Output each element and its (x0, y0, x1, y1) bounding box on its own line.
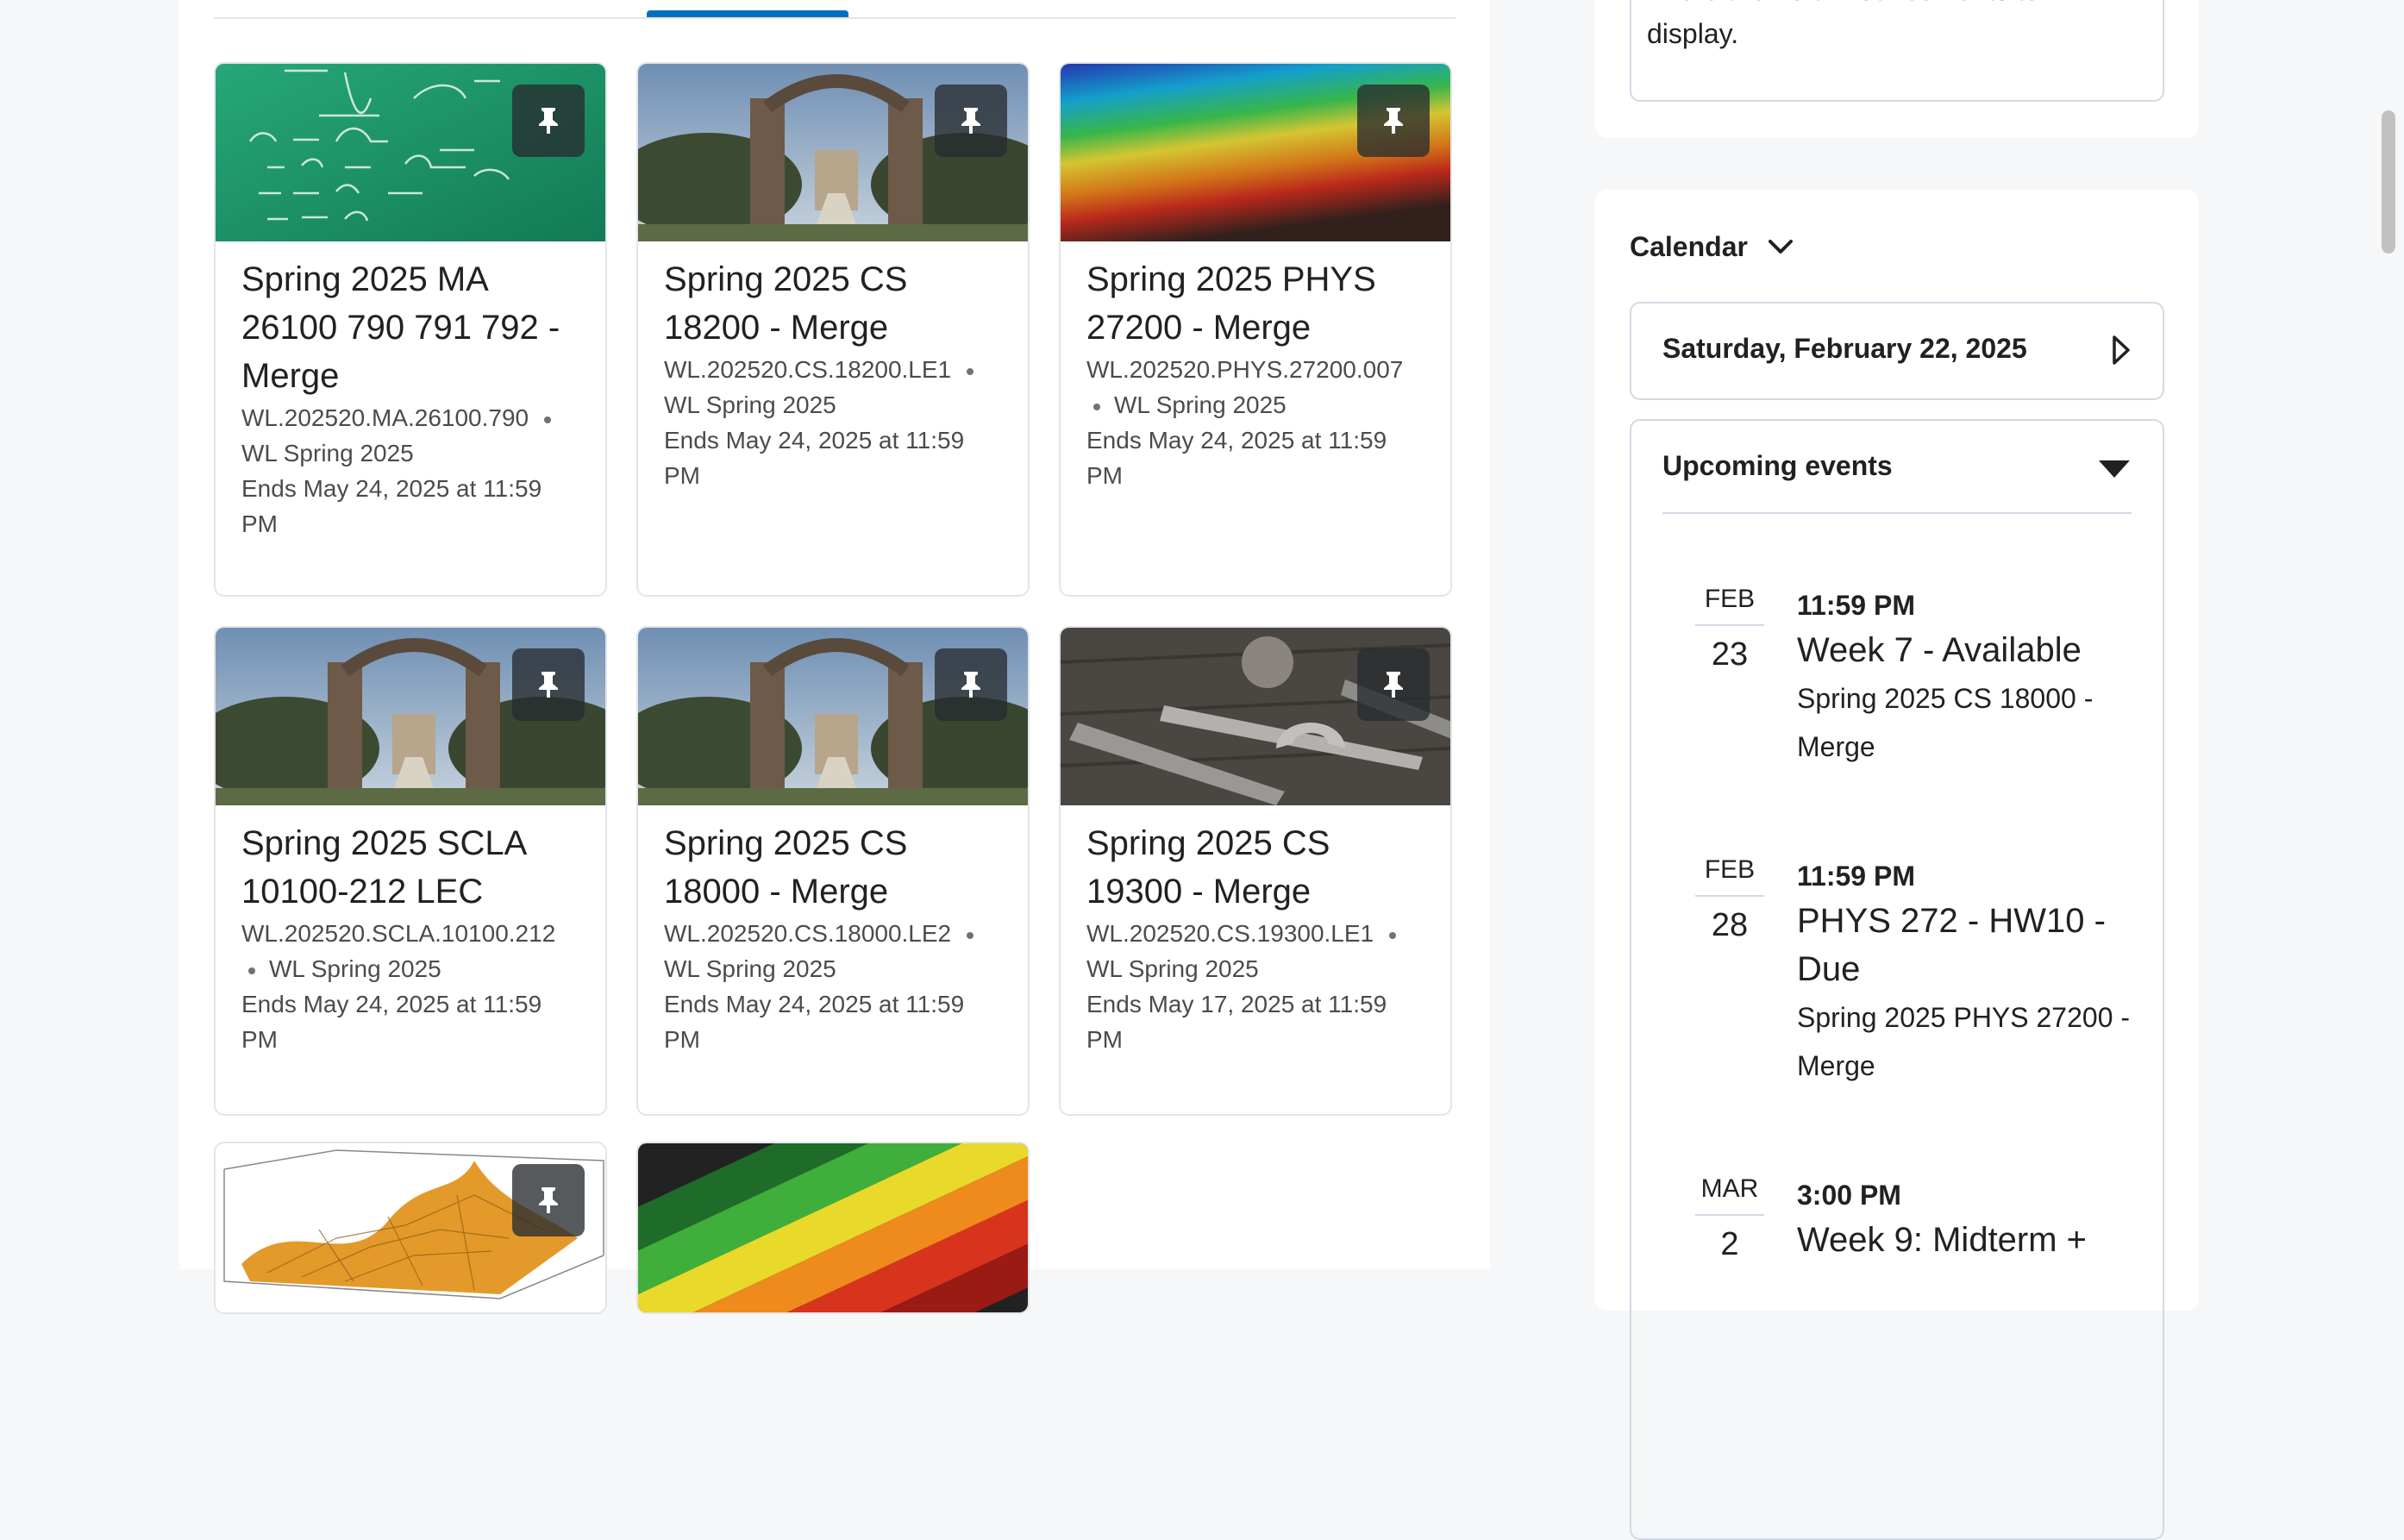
pin-button[interactable] (935, 648, 1007, 721)
course-card[interactable]: Spring 2025 CS 18000 - Merge WL.202520.C… (636, 626, 1030, 1116)
separator-dot (967, 931, 974, 939)
course-semester: WL Spring 2025 (664, 955, 836, 982)
course-card[interactable]: Spring 2025 PHYS 27200 - Merge WL.202520… (1059, 62, 1452, 597)
course-card[interactable]: Spring 2025 SCLA 10100-212 LEC WL.202520… (214, 626, 607, 1116)
event-name[interactable]: Week 9: Midterm + (1797, 1216, 2142, 1264)
announcements-empty-text: There are no announcements to display. (1647, 0, 2039, 49)
event-item[interactable]: FEB 28 11:59 PM PHYS 272 - HW10 - Due Sp… (1662, 855, 2145, 1131)
event-item[interactable]: FEB 23 11:59 PM Week 7 - Available Sprin… (1662, 585, 2145, 809)
course-title[interactable]: Spring 2025 SCLA 10100-212 LEC (241, 819, 583, 916)
course-semester: WL Spring 2025 (1086, 955, 1259, 982)
separator-dot (544, 416, 552, 423)
event-date-divider (1695, 1214, 1764, 1216)
course-code: WL.202520.MA.26100.790 (241, 404, 529, 431)
event-month: FEB (1704, 855, 1756, 884)
course-end-date: Ends May 24, 2025 at 11:59 PM (241, 991, 542, 1053)
course-code: WL.202520.CS.18000.LE2 (664, 920, 952, 947)
course-card[interactable]: Spring 2025 CS 19300 - Merge WL.202520.C… (1059, 626, 1452, 1116)
announcements-widget: There are no announcements to display. (1595, 0, 2199, 138)
course-title[interactable]: Spring 2025 CS 19300 - Merge (1086, 819, 1428, 916)
course-image-chalkboard (216, 64, 605, 241)
course-code: WL.202520.SCLA.10100.212 (241, 920, 556, 947)
course-title[interactable]: Spring 2025 MA 26100 790 791 792 - Merge (241, 255, 583, 400)
page-scrollbar[interactable] (2382, 110, 2395, 254)
separator-dot (1093, 403, 1100, 410)
course-semester: WL Spring 2025 (664, 391, 836, 418)
upcoming-events-panel: Upcoming events FEB 23 11:59 PM Week 7 -… (1630, 419, 2164, 1540)
course-image-gateway (638, 64, 1028, 241)
course-end-date: Ends May 24, 2025 at 11:59 PM (664, 991, 965, 1053)
separator-dot (1389, 931, 1397, 939)
course-image-tools (1061, 628, 1450, 805)
event-item[interactable]: MAR 2 3:00 PM Week 9: Midterm + (1662, 1174, 2145, 1347)
separator-dot (967, 367, 974, 375)
course-semester: WL Spring 2025 (1114, 391, 1287, 418)
pin-button[interactable] (935, 85, 1007, 157)
upcoming-events-toggle[interactable] (2097, 459, 2132, 484)
pin-icon (961, 108, 980, 134)
upcoming-events-title: Upcoming events (1662, 450, 1893, 481)
event-course: Spring 2025 CS 18000 - Merge (1797, 683, 2094, 762)
event-time: 3:00 PM (1797, 1180, 1901, 1211)
course-card[interactable] (214, 1142, 607, 1314)
pin-icon (1384, 672, 1403, 698)
course-end-date: Ends May 24, 2025 at 11:59 PM (664, 427, 965, 489)
pin-button[interactable] (1357, 85, 1430, 157)
course-semester: WL Spring 2025 (241, 440, 414, 466)
active-tab-indicator (647, 10, 848, 17)
course-image-surface-plot (216, 1143, 605, 1312)
event-date-divider (1695, 624, 1764, 626)
course-image-pencils (638, 1143, 1028, 1312)
calendar-widget: Calendar Saturday, February 22, 2025 Upc… (1595, 190, 2199, 1540)
event-date-divider (1695, 895, 1764, 897)
course-card[interactable] (636, 1142, 1030, 1314)
course-card[interactable]: Spring 2025 MA 26100 790 791 792 - Merge… (214, 62, 607, 597)
course-card[interactable]: Spring 2025 CS 18200 - Merge WL.202520.C… (636, 62, 1030, 597)
calendar-menu-button[interactable] (1768, 238, 1794, 260)
course-semester: WL Spring 2025 (269, 955, 441, 982)
course-code: WL.202520.CS.19300.LE1 (1086, 920, 1374, 947)
pin-icon (1384, 108, 1403, 134)
course-title[interactable]: Spring 2025 CS 18200 - Merge (664, 255, 1005, 352)
event-month: FEB (1704, 585, 1756, 613)
course-image-gateway (216, 628, 605, 805)
course-panel: Spring 2025 MA 26100 790 791 792 - Merge… (179, 0, 1490, 1314)
course-image-gateway (638, 628, 1028, 805)
event-day: 28 (1711, 907, 1749, 943)
events-divider (1662, 512, 2132, 514)
caret-down-icon (2099, 460, 2130, 478)
event-course: Spring 2025 PHYS 27200 - Merge (1797, 1002, 2131, 1081)
event-name[interactable]: PHYS 272 - HW10 - Due (1797, 897, 2142, 993)
chevron-down-icon (1769, 240, 1793, 254)
pin-button[interactable] (512, 85, 585, 157)
pin-button[interactable] (1357, 648, 1430, 721)
event-day: 2 (1720, 1226, 1739, 1262)
course-title[interactable]: Spring 2025 CS 18000 - Merge (664, 819, 1005, 916)
course-end-date: Ends May 24, 2025 at 11:59 PM (241, 475, 542, 537)
separator-dot (248, 967, 255, 974)
course-end-date: Ends May 17, 2025 at 11:59 PM (1086, 991, 1387, 1053)
course-code: WL.202520.PHYS.27200.007 (1086, 356, 1404, 383)
course-code: WL.202520.CS.18200.LE1 (664, 356, 952, 383)
pin-button[interactable] (512, 1164, 585, 1236)
pin-icon (539, 672, 558, 698)
event-name[interactable]: Week 7 - Available (1797, 626, 2142, 674)
next-day-button[interactable] (2111, 335, 2132, 370)
course-end-date: Ends May 24, 2025 at 11:59 PM (1086, 427, 1387, 489)
event-day: 23 (1711, 636, 1749, 673)
pin-icon (961, 672, 980, 698)
pin-icon (539, 108, 558, 134)
event-time: 11:59 PM (1797, 590, 1915, 621)
pin-button[interactable] (512, 648, 585, 721)
course-image-rainbow (1061, 64, 1450, 241)
calendar-title: Calendar (1630, 231, 1748, 262)
current-date: Saturday, February 22, 2025 (1662, 333, 2027, 364)
event-time: 11:59 PM (1797, 861, 1915, 892)
pin-icon (539, 1187, 558, 1213)
event-month: MAR (1700, 1174, 1759, 1203)
tab-divider (214, 17, 1456, 19)
date-navigator: Saturday, February 22, 2025 (1630, 302, 2164, 400)
triangle-right-icon (2113, 335, 2130, 365)
course-title[interactable]: Spring 2025 PHYS 27200 - Merge (1086, 255, 1428, 352)
